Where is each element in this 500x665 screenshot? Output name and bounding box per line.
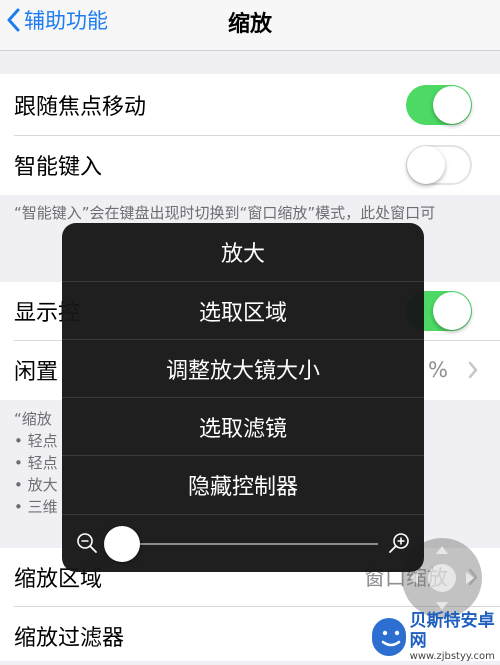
menu-item-choose-region[interactable]: 选取区域 [62, 282, 424, 340]
page-title: 缩放 [227, 12, 272, 37]
bullet-item: • 放大 [14, 476, 58, 494]
menu-item-hide-controller[interactable]: 隐藏控制器 [62, 456, 424, 514]
watermark-title: 贝斯特安卓网 [409, 611, 495, 651]
watermark: 贝斯特安卓网 www.zjbstyy.com [372, 611, 500, 662]
idle-label: 闲置 [14, 360, 59, 385]
toggle-knob [407, 146, 445, 184]
zoom-filter-label: 缩放过滤器 [14, 626, 125, 651]
smart-typing-footnote: “智能键入”会在键盘出现时切换到“窗口缩放”模式，此处窗口可 [14, 204, 436, 222]
smart-typing-toggle[interactable] [406, 145, 472, 185]
idle-value: % [428, 358, 448, 382]
navigation-bar: 辅助功能 缩放 [0, 0, 500, 51]
slider-track [122, 543, 378, 545]
watermark-url: www.zjbstyy.com [409, 651, 495, 662]
smart-typing-label: 智能键入 [14, 155, 103, 180]
zoom-level-slider[interactable] [62, 514, 424, 572]
slider-thumb[interactable] [104, 526, 140, 562]
menu-item-zoom-in[interactable]: 放大 [62, 223, 424, 281]
follow-focus-label: 跟随焦点移动 [14, 95, 147, 120]
follow-focus-toggle[interactable] [406, 85, 472, 125]
controller-bullets: • 轻点 • 轻点 • 放大 • 三维 [14, 430, 58, 518]
smart-typing-row: 智能键入 [0, 136, 500, 194]
chevron-right-icon [468, 361, 478, 379]
toggle-knob [433, 86, 471, 124]
menu-item-choose-filter[interactable]: 选取滤镜 [62, 398, 424, 456]
settings-group-focus: 跟随焦点移动 智能键入 [0, 74, 500, 195]
bullet-item: • 三维 [14, 498, 58, 516]
follow-focus-row: 跟随焦点移动 [0, 76, 500, 134]
zoom-out-icon[interactable] [76, 532, 98, 554]
bullet-item: • 轻点 [14, 432, 58, 450]
zoom-in-icon[interactable] [388, 532, 410, 554]
zoom-menu-popup: 放大 选取区域 调整放大镜大小 选取滤镜 隐藏控制器 [62, 223, 424, 572]
watermark-logo-icon [372, 618, 406, 656]
menu-item-resize-lens[interactable]: 调整放大镜大小 [62, 340, 424, 398]
toggle-knob [433, 292, 471, 330]
bullet-item: • 轻点 [14, 454, 58, 472]
